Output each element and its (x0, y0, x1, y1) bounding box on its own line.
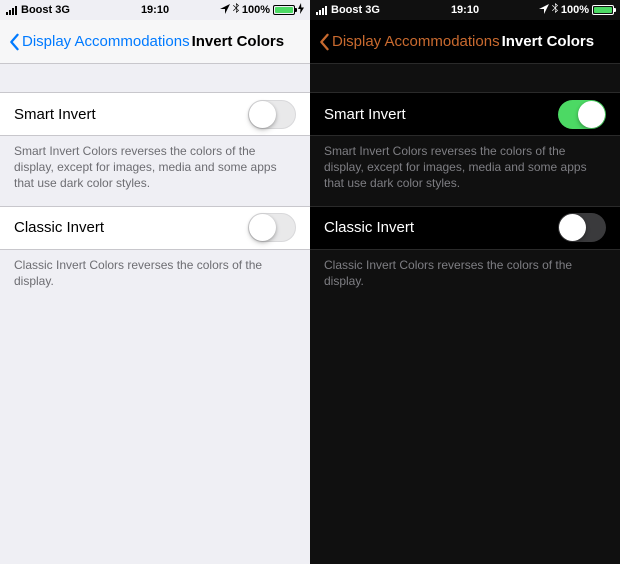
smart-invert-description: Smart Invert Colors reverses the colors … (310, 136, 620, 206)
smart-invert-switch[interactable] (558, 100, 606, 129)
back-label: Display Accommodations (332, 33, 500, 50)
smart-invert-label: Smart Invert (324, 106, 406, 123)
back-button[interactable]: Display Accommodations (318, 33, 500, 51)
classic-invert-row[interactable]: Classic Invert (0, 206, 310, 250)
classic-invert-switch[interactable] (248, 213, 296, 242)
chevron-back-icon (8, 33, 20, 51)
classic-invert-description: Classic Invert Colors reverses the color… (0, 250, 310, 303)
smart-invert-description: Smart Invert Colors reverses the colors … (0, 136, 310, 206)
classic-invert-switch[interactable] (558, 213, 606, 242)
phone-dark: Boost 3G 19:10 100% Display Accommodatio… (310, 0, 620, 564)
phone-light: Boost 3G 19:10 100% Display Accom (0, 0, 310, 564)
signal-icon (6, 5, 17, 15)
clock-label: 19:10 (451, 4, 479, 16)
classic-invert-description: Classic Invert Colors reverses the color… (310, 250, 620, 303)
classic-invert-label: Classic Invert (14, 219, 104, 236)
chevron-back-icon (318, 33, 330, 51)
page-title: Invert Colors (192, 33, 285, 50)
bluetooth-icon (552, 3, 558, 17)
status-bar: Boost 3G 19:10 100% (0, 0, 310, 20)
smart-invert-switch[interactable] (248, 100, 296, 129)
page-title: Invert Colors (502, 33, 595, 50)
battery-icon (273, 5, 295, 15)
back-button[interactable]: Display Accommodations (8, 33, 190, 51)
clock-label: 19:10 (141, 4, 169, 16)
smart-invert-row[interactable]: Smart Invert (310, 92, 620, 136)
smart-invert-row[interactable]: Smart Invert (0, 92, 310, 136)
battery-percent-label: 100% (242, 4, 270, 16)
back-label: Display Accommodations (22, 33, 190, 50)
signal-icon (316, 5, 327, 15)
location-icon (220, 4, 230, 17)
smart-invert-label: Smart Invert (14, 106, 96, 123)
bluetooth-icon (233, 3, 239, 17)
classic-invert-row[interactable]: Classic Invert (310, 206, 620, 250)
carrier-label: Boost 3G (21, 4, 70, 16)
status-bar: Boost 3G 19:10 100% (310, 0, 620, 20)
classic-invert-label: Classic Invert (324, 219, 414, 236)
charging-icon (298, 3, 304, 17)
battery-percent-label: 100% (561, 4, 589, 16)
location-icon (539, 4, 549, 17)
nav-bar: Display Accommodations Invert Colors (310, 20, 620, 64)
carrier-label: Boost 3G (331, 4, 380, 16)
nav-bar: Display Accommodations Invert Colors (0, 20, 310, 64)
battery-icon (592, 5, 614, 15)
